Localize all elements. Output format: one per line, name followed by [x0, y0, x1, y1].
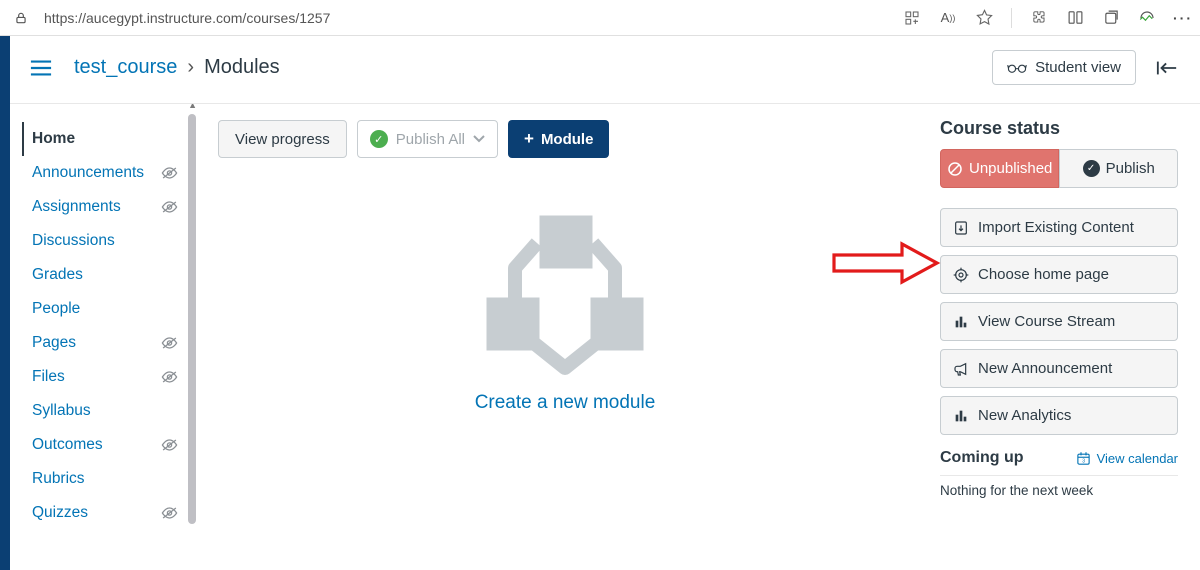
course-stream-label: View Course Stream — [978, 313, 1115, 330]
view-calendar-link[interactable]: 3 View calendar — [1076, 451, 1178, 466]
hidden-eye-icon — [161, 166, 178, 180]
nav-item-label: People — [32, 300, 80, 318]
publish-label: Publish — [1106, 160, 1155, 177]
svg-text:3: 3 — [1082, 458, 1085, 464]
student-view-button[interactable]: Student view — [992, 50, 1136, 85]
course-sidebar: Course status Unpublished ✓ Publish Impo… — [932, 104, 1200, 570]
breadcrumb-current: Modules — [204, 56, 280, 79]
choose-home-button[interactable]: Choose home page — [940, 255, 1178, 294]
scrollbar[interactable] — [188, 114, 196, 524]
url-text[interactable]: https://aucegypt.instructure.com/courses… — [44, 10, 893, 26]
publish-all-label: Publish All — [396, 131, 465, 148]
nav-item-assignments[interactable]: Assignments — [22, 190, 184, 224]
analytics-icon — [953, 408, 969, 424]
favorite-icon[interactable] — [975, 9, 993, 27]
hidden-eye-icon — [161, 438, 178, 452]
new-analytics-button[interactable]: New Analytics — [940, 396, 1178, 435]
hidden-eye-icon — [161, 506, 178, 520]
glasses-icon — [1007, 61, 1027, 75]
nav-item-label: Syllabus — [32, 402, 91, 420]
unpublished-label: Unpublished — [969, 160, 1052, 177]
nav-item-label: Outcomes — [32, 436, 103, 454]
new-announcement-button[interactable]: New Announcement — [940, 349, 1178, 388]
main-content: View progress ✓ Publish All + Module — [188, 104, 932, 570]
nav-item-label: Files — [32, 368, 65, 386]
student-view-label: Student view — [1035, 59, 1121, 76]
empty-modules-illustration — [455, 198, 675, 388]
nav-item-label: Assignments — [32, 198, 121, 216]
import-content-button[interactable]: Import Existing Content — [940, 208, 1178, 247]
prohibit-icon — [947, 161, 963, 177]
divider — [1011, 8, 1012, 28]
course-navigation: ▲ HomeAnnouncementsAssignmentsDiscussion… — [10, 104, 188, 570]
check-circle-icon: ✓ — [370, 130, 388, 148]
breadcrumb: test_course › Modules — [74, 56, 280, 79]
unpublished-button[interactable]: Unpublished — [940, 149, 1059, 188]
coming-up-empty-text: Nothing for the next week — [940, 475, 1178, 498]
new-analytics-label: New Analytics — [978, 407, 1071, 424]
nav-item-rubrics[interactable]: Rubrics — [22, 462, 184, 496]
nav-item-people[interactable]: People — [22, 292, 184, 326]
course-status-heading: Course status — [940, 118, 1178, 139]
view-progress-button[interactable]: View progress — [218, 120, 347, 158]
scroll-up-arrow-icon: ▲ — [188, 104, 197, 110]
nav-item-label: Quizzes — [32, 504, 88, 522]
nav-item-syllabus[interactable]: Syllabus — [22, 394, 184, 428]
add-module-button[interactable]: + Module — [508, 120, 609, 158]
choose-home-label: Choose home page — [978, 266, 1109, 283]
import-icon — [953, 220, 969, 236]
nav-item-home[interactable]: Home — [22, 122, 184, 156]
view-calendar-label: View calendar — [1097, 451, 1178, 466]
collapse-sidebar-icon[interactable] — [1156, 60, 1178, 76]
hamburger-menu-button[interactable] — [24, 54, 58, 82]
lock-icon — [8, 11, 34, 25]
publish-button[interactable]: ✓ Publish — [1059, 149, 1178, 188]
split-screen-icon[interactable] — [1066, 9, 1084, 27]
check-circle-dark-icon: ✓ — [1083, 160, 1100, 177]
course-stream-button[interactable]: View Course Stream — [940, 302, 1178, 341]
create-module-link[interactable]: Create a new module — [475, 392, 656, 414]
apps-icon[interactable] — [903, 9, 921, 27]
import-content-label: Import Existing Content — [978, 219, 1134, 236]
browser-address-bar: https://aucegypt.instructure.com/courses… — [0, 0, 1200, 36]
new-announcement-label: New Announcement — [978, 360, 1112, 377]
coming-up-heading: Coming up — [940, 449, 1024, 467]
breadcrumb-course-link[interactable]: test_course — [74, 56, 177, 79]
read-aloud-icon[interactable]: A)) — [939, 9, 957, 27]
calendar-icon: 3 — [1076, 451, 1091, 466]
collections-icon[interactable] — [1102, 9, 1120, 27]
nav-item-label: Pages — [32, 334, 76, 352]
publish-all-button[interactable]: ✓ Publish All — [357, 120, 498, 158]
performance-icon[interactable] — [1138, 9, 1156, 27]
add-module-label: Module — [541, 131, 594, 148]
nav-item-grades[interactable]: Grades — [22, 258, 184, 292]
global-nav-rail — [0, 36, 10, 570]
bar-chart-icon — [953, 314, 969, 330]
breadcrumb-separator: › — [187, 56, 194, 79]
nav-item-quizzes[interactable]: Quizzes — [22, 496, 184, 530]
more-icon[interactable]: ··· — [1174, 9, 1192, 27]
hidden-eye-icon — [161, 336, 178, 350]
chevron-down-icon — [473, 135, 485, 143]
extensions-icon[interactable] — [1030, 9, 1048, 27]
nav-item-announcements[interactable]: Announcements — [22, 156, 184, 190]
nav-item-label: Announcements — [32, 164, 144, 182]
megaphone-icon — [953, 361, 969, 377]
hidden-eye-icon — [161, 200, 178, 214]
hidden-eye-icon — [161, 370, 178, 384]
nav-item-outcomes[interactable]: Outcomes — [22, 428, 184, 462]
nav-item-pages[interactable]: Pages — [22, 326, 184, 360]
nav-item-label: Grades — [32, 266, 83, 284]
modules-toolbar: View progress ✓ Publish All + Module — [218, 120, 912, 158]
plus-icon: + — [524, 129, 534, 149]
target-icon — [953, 267, 969, 283]
nav-item-files[interactable]: Files — [22, 360, 184, 394]
nav-item-label: Rubrics — [32, 470, 85, 488]
nav-item-label: Home — [32, 130, 75, 148]
nav-item-label: Discussions — [32, 232, 115, 250]
nav-item-discussions[interactable]: Discussions — [22, 224, 184, 258]
course-status-toggle: Unpublished ✓ Publish — [940, 149, 1178, 188]
page-header: test_course › Modules Student view — [10, 36, 1200, 104]
